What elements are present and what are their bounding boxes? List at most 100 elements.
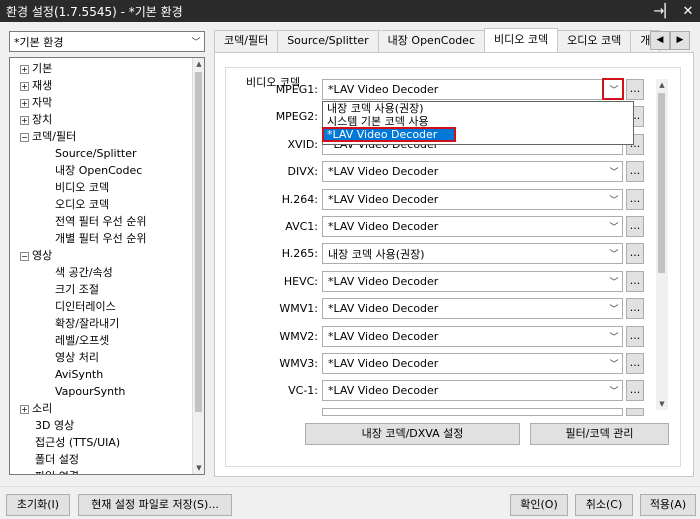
reset-button[interactable]: 초기화(I) bbox=[6, 494, 70, 516]
codec-settings-button[interactable]: ... bbox=[626, 188, 644, 210]
codec-settings-button[interactable]: ... bbox=[626, 325, 644, 347]
save-settings-button[interactable]: 현재 설정 파일로 저장(S)... bbox=[78, 494, 232, 516]
chevron-down-icon: ﹀ bbox=[609, 332, 619, 343]
tree-item[interactable]: 접근성 (TTS/UIA) bbox=[10, 434, 192, 451]
tree-item[interactable]: 레벨/오프셋 bbox=[10, 332, 192, 349]
codec-label: WMV3: bbox=[279, 357, 318, 370]
scroll-up-icon[interactable]: ▲ bbox=[656, 81, 668, 89]
codec-select[interactable]: *LAV Video Decoder﹀ bbox=[322, 270, 623, 292]
codec-label: WMV1: bbox=[279, 302, 318, 316]
codec-select-value: *LAV Video Decoder bbox=[328, 384, 439, 398]
pin-icon[interactable]: →▏ bbox=[652, 4, 676, 19]
tree-item[interactable]: − 영상 bbox=[10, 247, 192, 264]
expand-icon[interactable]: + bbox=[20, 404, 29, 414]
tab[interactable]: 오디오 코덱 bbox=[557, 30, 632, 52]
tree-item[interactable]: 3D 영상 bbox=[10, 417, 192, 434]
codec-select[interactable]: *LAV Video Decoder﹀ bbox=[322, 188, 623, 210]
dropdown-option[interactable]: 내장 코덱 사용(권장) bbox=[323, 102, 633, 115]
tree-item[interactable]: 개별 필터 우선 순위 bbox=[10, 230, 192, 247]
expand-icon[interactable]: + bbox=[20, 81, 29, 91]
codec-select-value: *LAV Video Decoder bbox=[328, 329, 439, 343]
tree-item[interactable]: 파일 연결 bbox=[10, 468, 192, 474]
tab-scroll-left-icon[interactable]: ◀ bbox=[650, 31, 670, 50]
codec-select[interactable]: *LAV Video Decoder﹀ bbox=[322, 298, 623, 320]
tree-item[interactable]: − 코덱/필터 bbox=[10, 128, 192, 145]
filter-codec-manage-button[interactable]: 필터/코덱 관리 bbox=[530, 423, 669, 445]
tree-item[interactable]: + 소리 bbox=[10, 400, 192, 417]
tab-scroll-right-icon[interactable]: ▶ bbox=[670, 31, 690, 50]
codec-select[interactable]: 내장 코덱 사용(권장) ﹀ bbox=[322, 243, 623, 265]
chevron-down-icon: ﹀ bbox=[609, 223, 619, 233]
codec-select[interactable]: *LAV Video Decoder﹀ bbox=[322, 216, 623, 237]
codec-settings-button[interactable]: ... bbox=[626, 243, 644, 265]
tree-item[interactable]: 폴더 설정 bbox=[10, 451, 192, 468]
close-icon[interactable]: ✕ bbox=[676, 4, 700, 19]
expand-icon[interactable]: + bbox=[20, 115, 29, 125]
scroll-down-icon[interactable]: ▼ bbox=[656, 400, 668, 408]
codec-select[interactable]: *LAV Video Decoder ﹀ bbox=[322, 325, 623, 347]
tree-item[interactable]: Source/Splitter bbox=[10, 145, 192, 162]
codec-scroll-thumb[interactable] bbox=[658, 93, 665, 273]
dropdown-option[interactable]: *LAV Video Decoder bbox=[322, 127, 456, 142]
scroll-down-icon[interactable]: ▼ bbox=[193, 464, 204, 472]
ok-button[interactable]: 확인(O) bbox=[510, 494, 568, 516]
chevron-down-icon: ﹀ bbox=[609, 305, 619, 316]
tab[interactable]: 코덱/필터 bbox=[214, 30, 279, 52]
tree-scroll-thumb[interactable] bbox=[195, 72, 202, 412]
tree-list: + 기본 + 재생 + 자막 + 장치 − 코덱/필터 Source/Splitter 내장 Open… bbox=[10, 60, 192, 474]
apply-button[interactable]: 적용(A) bbox=[640, 494, 696, 516]
codec-settings-button[interactable]: ... bbox=[626, 270, 644, 292]
tree-item-label: 오디오 코덱 bbox=[55, 198, 110, 211]
preset-select[interactable]: *기본 환경 ﹀ bbox=[9, 31, 205, 52]
tree-item[interactable]: 비디오 코덱 bbox=[10, 179, 192, 196]
tab[interactable]: 내장 OpenCodec bbox=[377, 30, 485, 52]
settings-tree[interactable]: + 기본 + 재생 + 자막 + 장치 − 코덱/필터 Source/Splitter 내장 Open… bbox=[9, 57, 205, 475]
dropdown-option[interactable]: 시스템 기본 코덱 사용 bbox=[323, 115, 633, 128]
tab[interactable]: 비디오 코덱 bbox=[484, 28, 559, 52]
tree-scrollbar[interactable]: ▲ ▼ bbox=[192, 58, 204, 474]
tree-item[interactable]: 영상 처리 bbox=[10, 349, 192, 366]
tab[interactable]: Source/Splitter bbox=[277, 30, 379, 52]
codec-label: MPEG2: bbox=[275, 110, 318, 124]
tree-item[interactable]: 확장/잘라내기 bbox=[10, 315, 192, 332]
expand-icon[interactable]: + bbox=[20, 64, 29, 74]
cancel-button[interactable]: 취소(C) bbox=[575, 494, 633, 516]
tree-item[interactable]: VapourSynth bbox=[10, 383, 192, 400]
collapse-icon[interactable]: − bbox=[20, 132, 29, 142]
title-bar: 환경 설정(1.7.5545) - *기본 환경 →▏ ✕ bbox=[0, 0, 700, 22]
tree-item[interactable]: 내장 OpenCodec bbox=[10, 162, 192, 179]
scroll-up-icon[interactable]: ▲ bbox=[193, 60, 204, 68]
expand-icon[interactable]: + bbox=[20, 98, 29, 108]
tree-item[interactable]: 색 공간/속성 bbox=[10, 264, 192, 281]
codec-select[interactable]: *LAV Video Decoder﹀ bbox=[322, 353, 623, 374]
tree-item-label: 내장 OpenCodec bbox=[55, 164, 143, 177]
tree-item[interactable]: + 자막 bbox=[10, 94, 192, 111]
tree-item-label: 개별 필터 우선 순위 bbox=[55, 232, 147, 245]
codec-settings-button[interactable]: ... bbox=[626, 298, 644, 320]
codec-settings-button[interactable]: ... bbox=[626, 353, 644, 374]
codec-select[interactable]: *LAV Video Decoder﹀ bbox=[322, 161, 623, 183]
codec-settings-button[interactable]: ... bbox=[626, 161, 644, 183]
codec-label: H.264: bbox=[281, 192, 318, 206]
tree-item[interactable]: AviSynth bbox=[10, 366, 192, 383]
codec-settings-button[interactable] bbox=[626, 407, 644, 416]
tree-item[interactable]: + 재생 bbox=[10, 77, 192, 94]
codec-scrollbar[interactable]: ▲ ▼ bbox=[656, 79, 668, 410]
codec-select[interactable]: *LAV Video Decoder﹀ bbox=[322, 79, 623, 100]
tree-item[interactable]: 크기 조절 bbox=[10, 281, 192, 298]
codec-settings-button[interactable]: ... bbox=[626, 380, 644, 402]
codec-select[interactable] bbox=[322, 407, 623, 416]
tree-item[interactable]: 오디오 코덱 bbox=[10, 196, 192, 213]
tree-item[interactable]: + 기본 bbox=[10, 60, 192, 77]
chevron-down-icon: ﹀ bbox=[191, 38, 201, 48]
tree-item[interactable]: + 장치 bbox=[10, 111, 192, 128]
codec-settings-button[interactable]: ... bbox=[626, 216, 644, 237]
tree-item-label: 크기 조절 bbox=[55, 283, 99, 296]
codec-settings-button[interactable]: ... bbox=[626, 79, 644, 100]
chevron-down-icon: ﹀ bbox=[609, 250, 619, 261]
collapse-icon[interactable]: − bbox=[20, 251, 29, 261]
tree-item[interactable]: 전역 필터 우선 순위 bbox=[10, 213, 192, 230]
internal-codec-dxva-button[interactable]: 내장 코덱/DXVA 설정 bbox=[305, 423, 520, 445]
codec-select[interactable]: *LAV Video Decoder﹀ bbox=[322, 380, 623, 402]
tree-item[interactable]: 디인터레이스 bbox=[10, 298, 192, 315]
